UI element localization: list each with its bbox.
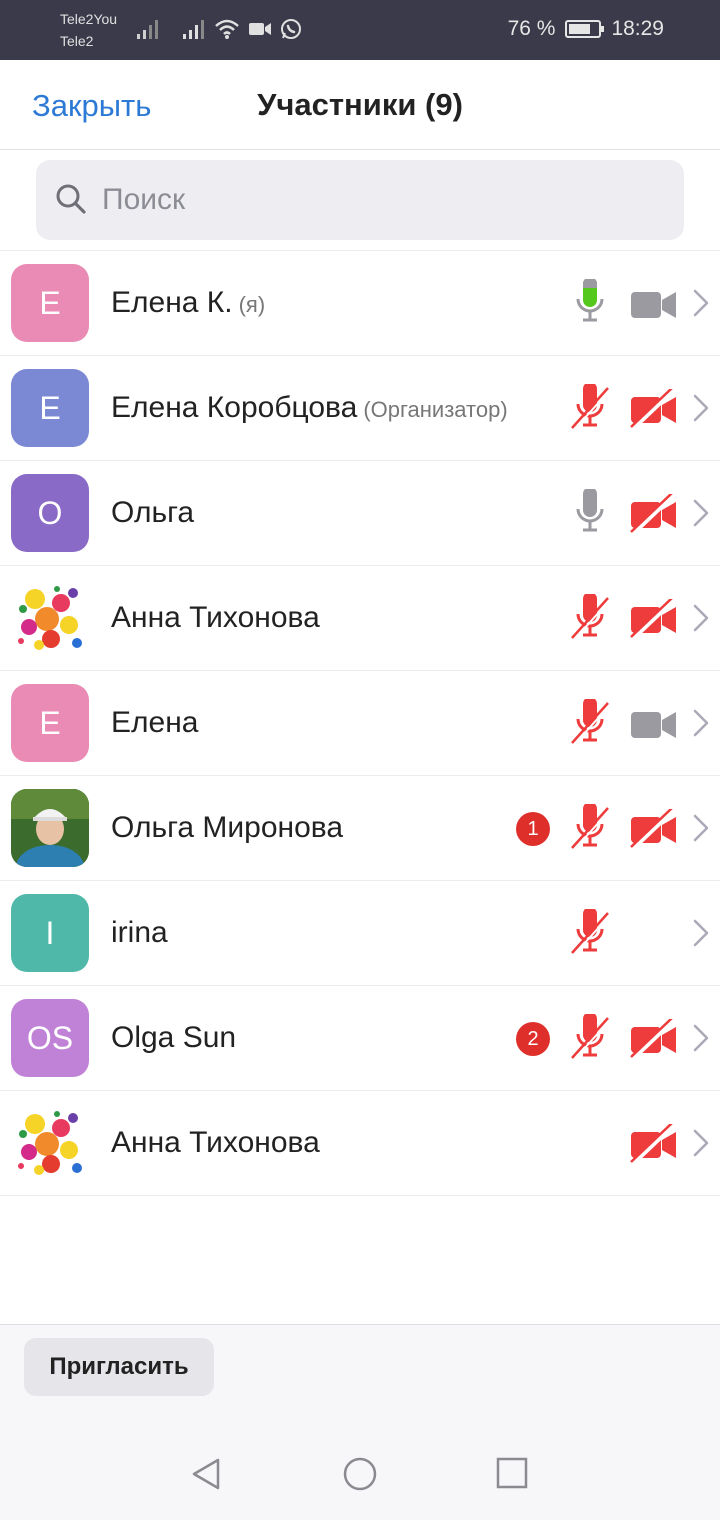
page-title: Участники (9) bbox=[257, 87, 463, 122]
battery-fill bbox=[569, 24, 591, 34]
signal-icon bbox=[137, 20, 158, 39]
participant-name: Елена Коробцова bbox=[111, 391, 358, 424]
participant-row[interactable]: Анна Тихонова bbox=[0, 1091, 720, 1196]
avatar-initials: O bbox=[37, 494, 63, 531]
participant-name: Елена bbox=[111, 706, 199, 739]
mic-muted-icon bbox=[571, 699, 611, 746]
camera-off-icon bbox=[630, 494, 676, 534]
participant-name: Ольга Миронова bbox=[111, 811, 344, 844]
participant-name: Анна Тихонова bbox=[111, 601, 320, 634]
unread-badge: 2 bbox=[516, 1022, 550, 1056]
participant-list: E Елена К. (я) E Елена Коробцова (Организатор… bbox=[0, 250, 720, 1196]
header: Закрыть Участники (9) bbox=[0, 60, 720, 150]
invite-button[interactable]: Пригласить bbox=[24, 1338, 214, 1396]
mic-muted-icon bbox=[571, 594, 611, 641]
participant-row[interactable]: Ольга Миронова 1 bbox=[0, 776, 720, 881]
status-bar: Tele2You Tele2 76 % 18:29 bbox=[0, 0, 720, 60]
participant-row[interactable]: Анна Тихонова bbox=[0, 566, 720, 671]
participant-name-line: Елена Коробцова (Организатор) bbox=[111, 391, 508, 425]
bottom-bar: Пригласить bbox=[0, 1324, 720, 1430]
participant-row[interactable]: E Елена Коробцова (Организатор) bbox=[0, 356, 720, 461]
avatar-photo bbox=[11, 1104, 89, 1182]
camera-icon bbox=[631, 292, 676, 318]
avatar-initials: E bbox=[39, 704, 61, 741]
back-icon[interactable] bbox=[188, 1456, 224, 1492]
avatar-initials: E bbox=[39, 389, 61, 426]
participant-name-line: Olga Sun bbox=[111, 1021, 236, 1055]
participant-name-line: Анна Тихонова bbox=[111, 1126, 320, 1160]
camera-off-icon bbox=[630, 1124, 676, 1164]
whatsapp-icon bbox=[281, 19, 301, 39]
chevron-right-icon bbox=[693, 289, 709, 317]
camera-icon bbox=[631, 712, 676, 738]
carrier-secondary: Tele2 bbox=[60, 33, 94, 49]
signal-icon bbox=[183, 20, 204, 39]
avatar: I bbox=[11, 894, 89, 972]
recents-icon[interactable] bbox=[495, 1456, 529, 1490]
participant-name: Анна Тихонова bbox=[111, 1126, 320, 1159]
avatar-initials: OS bbox=[26, 1019, 74, 1056]
participant-name: irina bbox=[111, 916, 168, 949]
avatar: O bbox=[11, 474, 89, 552]
participant-row[interactable]: OS Olga Sun 2 bbox=[0, 986, 720, 1091]
participant-name: Елена К. bbox=[111, 286, 233, 319]
participant-name: Olga Sun bbox=[111, 1021, 237, 1054]
chevron-right-icon bbox=[693, 1024, 709, 1052]
participant-name-line: Анна Тихонова bbox=[111, 601, 320, 635]
chevron-right-icon bbox=[693, 919, 709, 947]
participant-name-line: Ольга bbox=[111, 496, 194, 530]
mic-icon bbox=[576, 489, 604, 532]
mic-muted-icon bbox=[571, 384, 611, 431]
video-call-icon bbox=[249, 23, 271, 35]
chevron-right-icon bbox=[693, 499, 709, 527]
camera-off-icon bbox=[630, 809, 676, 849]
mic-muted-icon bbox=[571, 804, 611, 851]
wifi-icon bbox=[215, 19, 239, 39]
participant-role: (Организатор) bbox=[363, 397, 508, 422]
home-icon[interactable] bbox=[342, 1456, 378, 1492]
camera-off-icon bbox=[630, 389, 676, 429]
mic-muted-icon bbox=[571, 1014, 611, 1061]
status-icons bbox=[136, 18, 302, 40]
participant-name: Ольга bbox=[111, 496, 195, 529]
participant-name-line: Елена bbox=[111, 706, 198, 740]
mic-icon bbox=[576, 279, 604, 322]
search-input[interactable] bbox=[102, 178, 662, 222]
participant-row[interactable]: Iirina bbox=[0, 881, 720, 986]
participant-name-line: Ольга Миронова bbox=[111, 811, 343, 845]
participant-role: (я) bbox=[238, 292, 266, 317]
mic-muted-icon bbox=[571, 909, 611, 956]
chevron-right-icon bbox=[693, 604, 709, 632]
carrier-primary: Tele2You bbox=[60, 11, 118, 27]
participant-row[interactable]: E Елена bbox=[0, 671, 720, 776]
battery-percent: 76 % bbox=[507, 17, 556, 40]
avatar-initials: E bbox=[39, 284, 61, 321]
avatar-photo bbox=[11, 789, 89, 867]
unread-badge: 1 bbox=[516, 812, 550, 846]
chevron-right-icon bbox=[693, 709, 709, 737]
avatar: E bbox=[11, 684, 89, 762]
camera-off-icon bbox=[630, 599, 676, 639]
avatar: OS bbox=[11, 999, 89, 1077]
participant-row[interactable]: E Елена К. (я) bbox=[0, 251, 720, 356]
participant-row[interactable]: O Ольга bbox=[0, 461, 720, 566]
chevron-right-icon bbox=[693, 1129, 709, 1157]
participant-name-line: Елена К. (я) bbox=[111, 286, 265, 320]
avatar: E bbox=[11, 369, 89, 447]
avatar-initials: I bbox=[45, 914, 55, 951]
search-icon bbox=[56, 184, 86, 214]
participant-name-line: irina bbox=[111, 916, 168, 950]
chevron-right-icon bbox=[693, 394, 709, 422]
camera-off-icon bbox=[630, 1019, 676, 1059]
system-nav-bar bbox=[0, 1430, 720, 1520]
search-box[interactable] bbox=[36, 160, 684, 240]
chevron-right-icon bbox=[693, 814, 709, 842]
avatar-photo bbox=[11, 579, 89, 657]
status-right: 76 % 18:29 bbox=[508, 17, 664, 41]
clock: 18:29 bbox=[611, 17, 664, 40]
battery-icon bbox=[565, 20, 605, 38]
avatar: E bbox=[11, 264, 89, 342]
